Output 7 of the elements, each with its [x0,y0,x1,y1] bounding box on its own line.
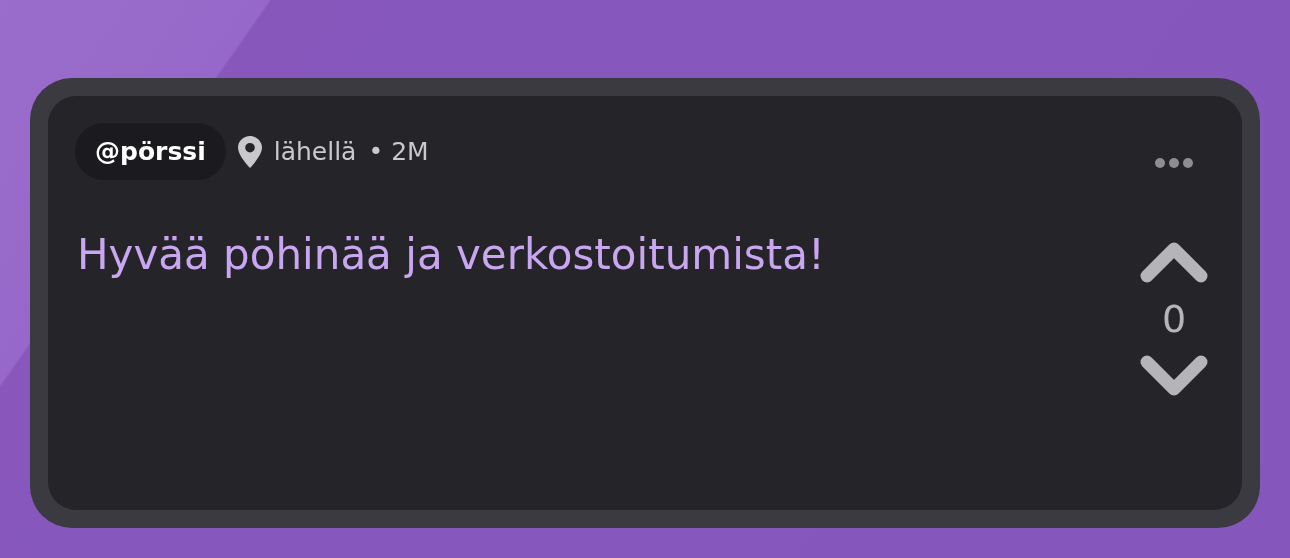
vote-count: 0 [1161,297,1187,341]
location-pin-icon [237,135,262,168]
author-tag[interactable]: @pörssi [75,123,226,180]
location-label: lähellä [273,137,357,166]
post-message: Hyvää pöhinää ja verkostoitumista! [77,230,826,279]
more-options-button[interactable] [1154,157,1194,169]
post-time: • 2M [368,137,429,166]
